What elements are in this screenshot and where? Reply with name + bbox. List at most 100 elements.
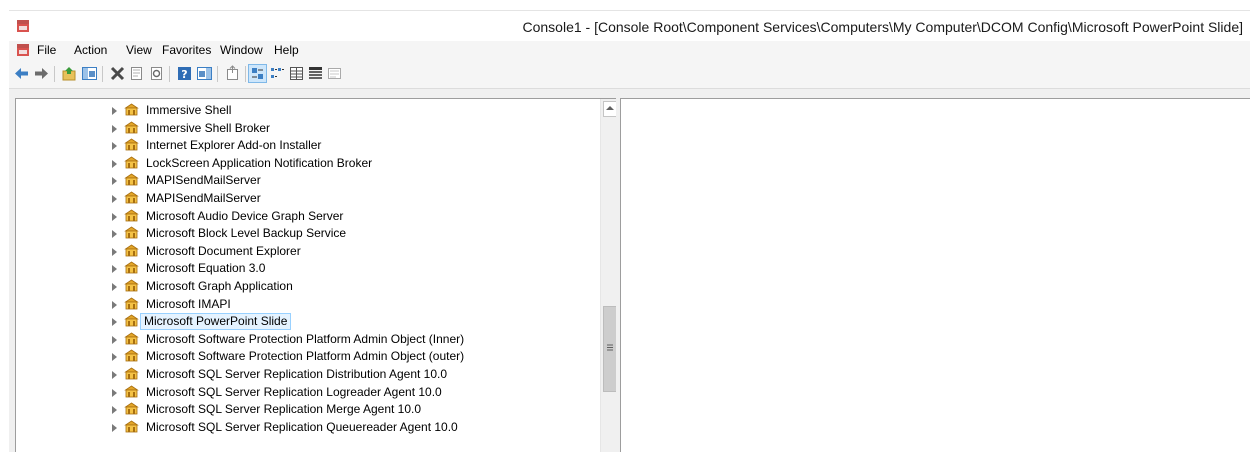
expand-arrow-icon[interactable] [112, 300, 117, 309]
expand-arrow-icon[interactable] [112, 159, 117, 168]
tree-item-label: Immersive Shell Broker [146, 120, 271, 135]
tree-item-label: MAPISendMailServer [146, 173, 261, 188]
tree-item-label: Microsoft Document Explorer [146, 243, 301, 258]
expand-arrow-icon[interactable] [112, 406, 117, 415]
tree-item-label: Immersive Shell [146, 103, 232, 117]
tree-item[interactable]: Microsoft Software Protection Platform A… [16, 331, 601, 348]
large-icons-view-icon[interactable] [248, 64, 267, 83]
refresh-icon[interactable] [148, 65, 165, 82]
vertical-scrollbar[interactable] [600, 99, 616, 452]
tree-item-label: Microsoft Graph Application [146, 279, 293, 293]
tree-item-label: Microsoft Software Protection Platform A… [146, 331, 465, 346]
menu-action[interactable]: Action [74, 43, 107, 57]
menu-window[interactable]: Window [220, 43, 263, 57]
up-one-level-icon[interactable] [61, 65, 78, 82]
tree-item-label: Microsoft IMAPI [146, 296, 231, 311]
expand-arrow-icon[interactable] [112, 423, 117, 432]
tree-item-label: Microsoft SQL Server Replication Queuere… [146, 419, 458, 434]
show-hide-action-pane-icon[interactable] [196, 65, 213, 82]
tree-item[interactable]: Microsoft PowerPoint Slide [16, 313, 601, 331]
configure-icon[interactable] [326, 65, 343, 82]
menu-file[interactable]: File [37, 43, 56, 57]
expand-arrow-icon[interactable] [112, 195, 117, 203]
menu-bar: File Action View Favorites Window Help [9, 41, 1250, 61]
tree-item[interactable]: Microsoft Graph Application [16, 278, 601, 295]
tree-item[interactable]: Microsoft Block Level Backup Service [16, 225, 601, 242]
export-list-icon[interactable] [224, 65, 241, 82]
tree-item[interactable]: MAPISendMailServer [16, 190, 601, 207]
toolbar: ? [9, 61, 1250, 89]
tree-item-label: MAPISendMailServer [146, 191, 261, 205]
pane-splitter[interactable] [616, 98, 619, 452]
scroll-thumb[interactable] [603, 306, 616, 392]
dcom-application-icon [124, 138, 139, 152]
tree-item[interactable]: Microsoft Audio Device Graph Server [16, 208, 601, 225]
dcom-application-icon [124, 367, 139, 381]
tree-item[interactable]: MAPISendMailServer [16, 172, 601, 189]
dcom-application-icon [124, 191, 139, 205]
tree-item-label: Microsoft PowerPoint Slide [140, 313, 292, 331]
tree-item[interactable]: Microsoft SQL Server Replication Merge A… [16, 401, 601, 418]
detail-view-icon[interactable] [307, 65, 324, 82]
tree-item[interactable]: Microsoft Document Explorer [16, 243, 601, 260]
tree-item[interactable]: LockScreen Application Notification Brok… [16, 155, 601, 172]
dcom-application-icon [124, 349, 139, 363]
delete-icon[interactable] [109, 65, 126, 82]
expand-arrow-icon[interactable] [112, 124, 117, 133]
mmc-app-icon[interactable] [16, 19, 30, 33]
expand-arrow-icon[interactable] [112, 177, 117, 186]
dcom-application-icon [124, 402, 139, 416]
scroll-up-button[interactable] [603, 101, 616, 117]
expand-arrow-icon[interactable] [112, 142, 117, 151]
properties-icon[interactable] [128, 65, 145, 82]
tree-item[interactable]: Immersive Shell Broker [16, 120, 601, 137]
tree-item[interactable]: Microsoft Equation 3.0 [16, 260, 601, 277]
tree-item[interactable]: Immersive Shell [16, 102, 601, 119]
result-pane[interactable] [620, 98, 1250, 452]
title-bar[interactable]: Console1 - [Console Root\Component Servi… [9, 10, 1250, 41]
tree-item-label: Microsoft Block Level Backup Service [146, 226, 347, 241]
dcom-application-icon [124, 332, 139, 346]
expand-arrow-icon[interactable] [112, 335, 117, 344]
help-icon[interactable]: ? [176, 65, 193, 82]
expand-arrow-icon[interactable] [112, 265, 117, 274]
tree-item-label: Microsoft SQL Server Replication Logread… [146, 384, 442, 399]
tree-item[interactable]: Microsoft IMAPI [16, 296, 601, 313]
menu-view[interactable]: View [126, 43, 152, 57]
back-arrow-icon[interactable] [13, 65, 30, 82]
show-hide-console-tree-icon[interactable] [81, 65, 98, 82]
tree-item-label: Microsoft SQL Server Replication Distrib… [146, 367, 448, 381]
small-icons-view-icon[interactable] [269, 65, 286, 82]
toolbar-separator [169, 66, 170, 82]
expand-arrow-icon[interactable] [112, 388, 117, 397]
dcom-application-icon [124, 226, 139, 240]
tree-item-label: Microsoft Equation 3.0 [146, 261, 266, 276]
tree-item[interactable]: Internet Explorer Add-on Installer [16, 137, 601, 154]
dcom-application-icon [124, 385, 139, 399]
tree-item[interactable]: Microsoft Software Protection Platform A… [16, 348, 601, 365]
list-view-icon[interactable] [288, 65, 305, 82]
expand-arrow-icon[interactable] [112, 107, 117, 115]
expand-arrow-icon[interactable] [112, 283, 117, 291]
expand-arrow-icon[interactable] [112, 353, 117, 362]
tree-item[interactable]: Microsoft SQL Server Replication Distrib… [16, 366, 601, 383]
dcom-application-icon [124, 173, 139, 187]
dcom-application-icon [124, 156, 139, 170]
expand-arrow-icon[interactable] [112, 212, 117, 221]
dcom-application-icon [124, 314, 139, 328]
menu-help[interactable]: Help [274, 43, 299, 57]
expand-arrow-icon[interactable] [112, 371, 117, 379]
toolbar-separator [54, 66, 55, 82]
expand-arrow-icon[interactable] [112, 318, 117, 327]
forward-arrow-icon[interactable] [33, 65, 50, 82]
dcom-application-icon [124, 297, 139, 311]
expand-arrow-icon[interactable] [112, 230, 117, 239]
tree-item[interactable]: Microsoft SQL Server Replication Logread… [16, 384, 601, 401]
menu-favorites[interactable]: Favorites [162, 43, 211, 57]
tree-item[interactable]: Microsoft SQL Server Replication Queuere… [16, 419, 601, 436]
dcom-application-icon [124, 209, 139, 223]
console-tree-pane[interactable]: Immersive Shell Immersive Shell Broker Int… [15, 98, 617, 452]
window-title: Console1 - [Console Root\Component Servi… [522, 19, 1243, 35]
expand-arrow-icon[interactable] [112, 247, 117, 256]
console-menu-icon[interactable] [16, 43, 30, 57]
